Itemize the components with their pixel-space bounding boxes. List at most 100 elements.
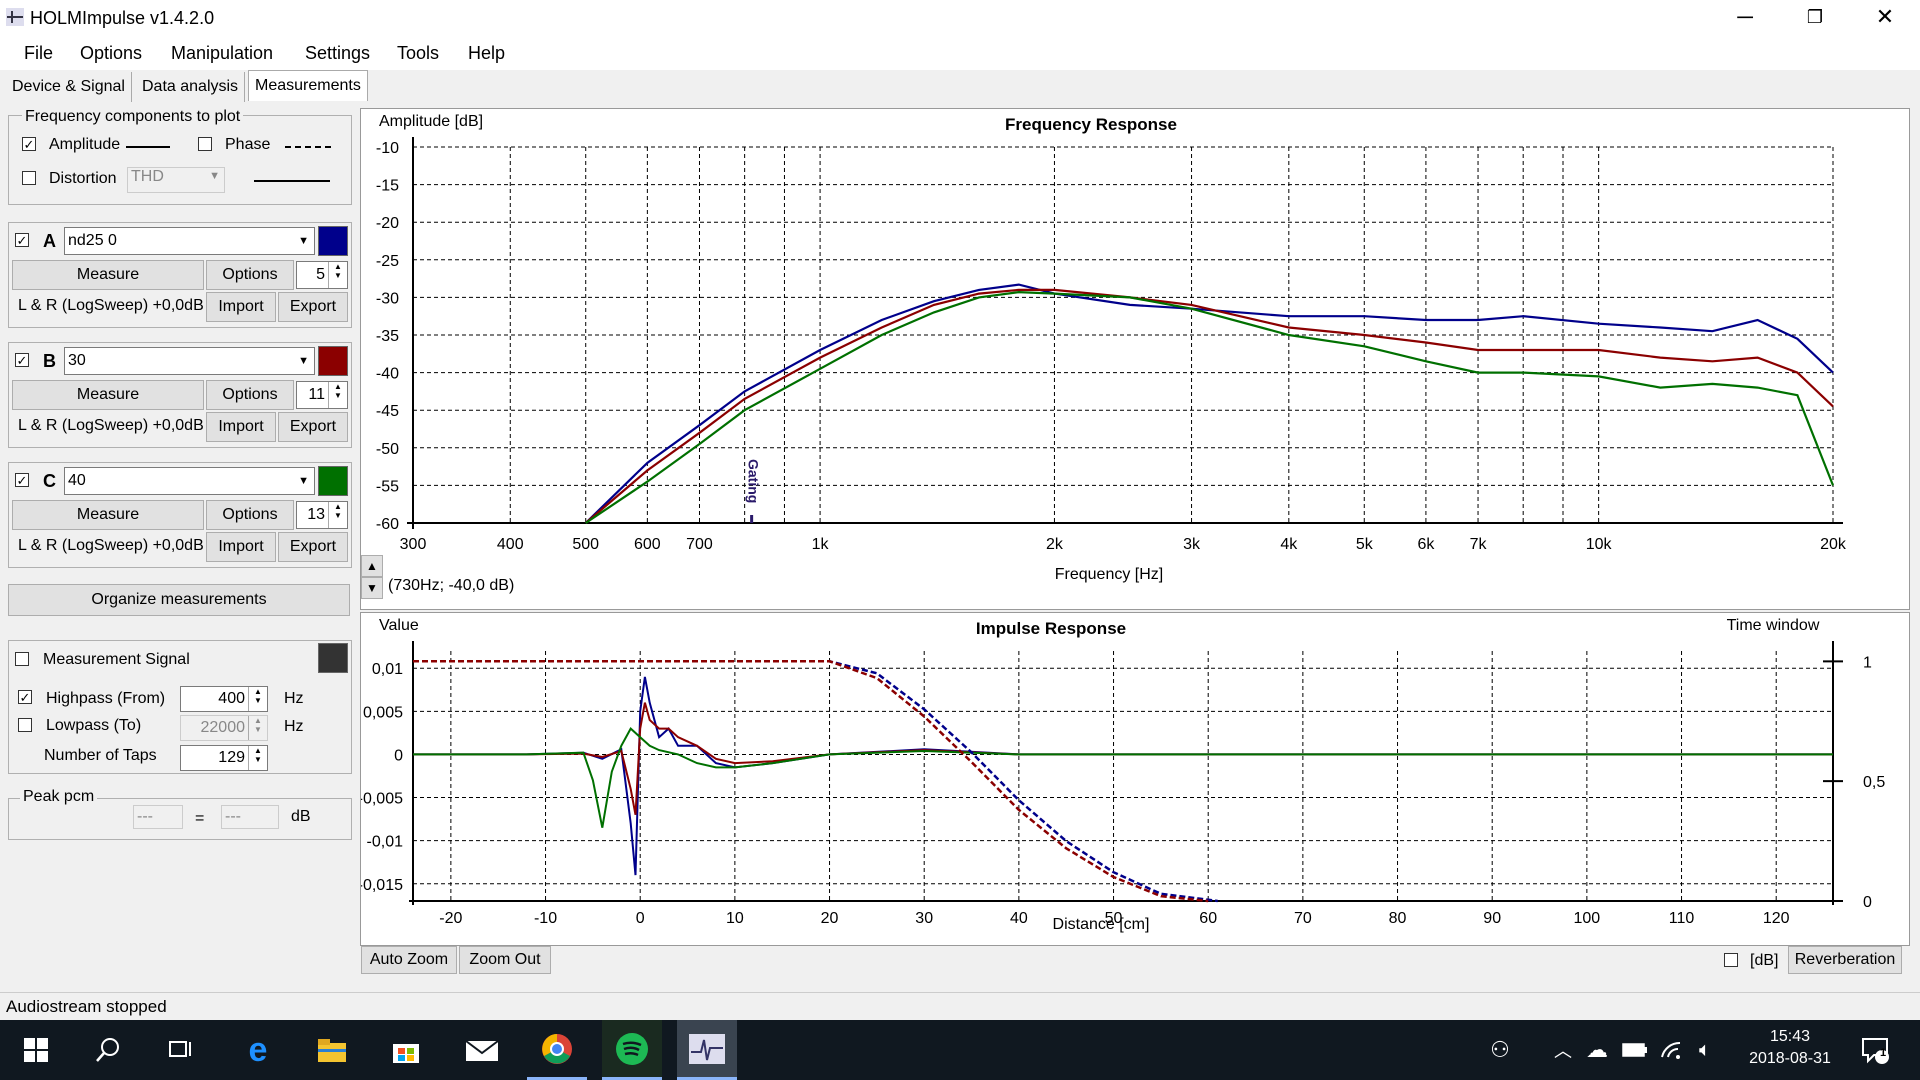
measurement-b-spinner[interactable]: 11 ▲ ▼ bbox=[296, 381, 348, 409]
y-tick-label: -10 bbox=[376, 140, 399, 157]
spinner-arrows-icon[interactable]: ▲ ▼ bbox=[248, 716, 267, 740]
measurement-c-options-button[interactable]: Options bbox=[206, 500, 294, 530]
store-icon[interactable] bbox=[376, 1020, 436, 1080]
measurement-signal-checkbox[interactable] bbox=[15, 652, 29, 666]
peak-equals: = bbox=[195, 810, 205, 827]
zoom-out-button[interactable]: Zoom Out bbox=[459, 946, 551, 974]
scroll-up-icon[interactable]: ▲ bbox=[361, 555, 383, 577]
x-tick-label: 500 bbox=[572, 536, 599, 553]
y-tick-label: 0,01 bbox=[372, 661, 403, 678]
measurement-b-checkbox[interactable]: ✓ bbox=[15, 353, 29, 367]
notifications-icon[interactable]: 1 bbox=[1850, 1020, 1900, 1080]
measurement-a-color-swatch[interactable] bbox=[318, 226, 348, 256]
measurement-a-import-button[interactable]: Import bbox=[206, 292, 276, 322]
menu-tools[interactable]: Tools bbox=[397, 43, 439, 64]
measurement-b-import-button[interactable]: Import bbox=[206, 412, 276, 442]
task-view-icon[interactable] bbox=[150, 1020, 210, 1080]
gating-marker: Gating bbox=[746, 459, 762, 503]
lowpass-input[interactable]: 22000 ▲ ▼ bbox=[180, 715, 268, 741]
restore-icon[interactable]: ❐ bbox=[1780, 0, 1850, 36]
search-icon[interactable] bbox=[78, 1020, 138, 1080]
signal-color-swatch[interactable] bbox=[318, 643, 348, 673]
x-tick-label: 300 bbox=[400, 536, 427, 553]
measurement-b-options-button[interactable]: Options bbox=[206, 380, 294, 410]
measurement-c-measure-button[interactable]: Measure bbox=[12, 500, 204, 530]
menu-help[interactable]: Help bbox=[468, 43, 505, 64]
tab-data-analysis[interactable]: Data analysis bbox=[136, 72, 246, 102]
impulse-response-chart[interactable]: -20 -10 0 10 20 30 40 50 60 70 80 90 100 110 1200,010,… bbox=[358, 613, 1909, 945]
distortion-select[interactable]: THD ▼ bbox=[127, 167, 225, 193]
lowpass-checkbox[interactable] bbox=[18, 718, 32, 732]
measurement-a-options-button[interactable]: Options bbox=[206, 260, 294, 290]
measurement-b-measure-button[interactable]: Measure bbox=[12, 380, 204, 410]
measurement-a-checkbox[interactable]: ✓ bbox=[15, 233, 29, 247]
menu-file[interactable]: File bbox=[24, 43, 53, 64]
measurement-c-import-button[interactable]: Import bbox=[206, 532, 276, 562]
spinner-arrows-icon[interactable]: ▲ ▼ bbox=[248, 746, 267, 770]
x-tick-label: 3k bbox=[1183, 536, 1201, 553]
measurement-a-measure-button[interactable]: Measure bbox=[12, 260, 204, 290]
x-tick-label: 1k bbox=[812, 536, 830, 553]
taps-input[interactable]: 129 ▲ ▼ bbox=[180, 745, 268, 771]
chrome-icon[interactable] bbox=[527, 1020, 587, 1080]
measurement-c-checkbox[interactable]: ✓ bbox=[15, 473, 29, 487]
volume-icon[interactable]: 🔈︎ bbox=[1690, 1020, 1720, 1080]
menu-manipulation[interactable]: Manipulation bbox=[171, 43, 273, 64]
measurement-a-name-value: nd25 0 bbox=[68, 232, 117, 249]
tab-measurements[interactable]: Measurements bbox=[248, 70, 368, 101]
auto-zoom-button[interactable]: Auto Zoom bbox=[361, 946, 457, 974]
menu-settings[interactable]: Settings bbox=[305, 43, 370, 64]
measurement-a-export-button[interactable]: Export bbox=[278, 292, 348, 322]
spinner-arrows-icon[interactable]: ▲ ▼ bbox=[328, 502, 347, 528]
taskbar: e ⚇ ︿ ☁ 🔈︎ 15:43 2018-08-31 1 bbox=[0, 1020, 1920, 1080]
edge-browser-icon[interactable]: e bbox=[228, 1020, 288, 1080]
organize-measurements-button[interactable]: Organize measurements bbox=[8, 584, 350, 616]
measurement-a-name-select[interactable]: nd25 0 ▼ bbox=[64, 227, 315, 255]
peak-right-field: --- bbox=[221, 805, 279, 829]
scroll-down-icon[interactable]: ▼ bbox=[361, 577, 383, 599]
minimize-icon[interactable]: ─ bbox=[1710, 0, 1780, 36]
spinner-arrows-icon[interactable]: ▲ ▼ bbox=[248, 687, 267, 711]
measurement-c-name-select[interactable]: 40 ▼ bbox=[64, 467, 315, 495]
menu-options[interactable]: Options bbox=[80, 43, 142, 64]
highpass-input[interactable]: 400 ▲ ▼ bbox=[180, 686, 268, 712]
people-icon[interactable]: ⚇ bbox=[1480, 1020, 1520, 1080]
db-checkbox[interactable] bbox=[1724, 953, 1738, 967]
amplitude-checkbox[interactable]: ✓ bbox=[22, 137, 36, 151]
measurement-c-spinner[interactable]: 13 ▲ ▼ bbox=[296, 501, 348, 529]
measurement-b-name-select[interactable]: 30 ▼ bbox=[64, 347, 315, 375]
spotify-icon[interactable] bbox=[602, 1020, 662, 1080]
holmimpulse-taskbar-icon[interactable] bbox=[677, 1020, 737, 1080]
clock-time: 15:43 bbox=[1769, 1028, 1811, 1045]
wifi-icon[interactable] bbox=[1656, 1020, 1686, 1080]
chevron-up-icon[interactable]: ︿ bbox=[1548, 1020, 1578, 1080]
highpass-checkbox[interactable]: ✓ bbox=[18, 690, 32, 704]
reverberation-button[interactable]: Reverberation bbox=[1788, 946, 1902, 974]
chevron-down-icon: ▼ bbox=[298, 235, 309, 247]
chevron-down-icon: ▼ bbox=[209, 170, 220, 182]
frequency-response-chart[interactable]: -10 -15 -20 -25 -30 -35 -40 -45 -50 -55 -60300 400 5… bbox=[361, 109, 1909, 609]
series-line-a bbox=[413, 676, 1833, 876]
file-explorer-icon[interactable] bbox=[302, 1020, 362, 1080]
spinner-arrows-icon[interactable]: ▲ ▼ bbox=[328, 262, 347, 288]
battery-icon[interactable] bbox=[1620, 1020, 1650, 1080]
x-axis-label: Frequency [Hz] bbox=[1055, 566, 1163, 583]
spinner-arrows-icon[interactable]: ▲ ▼ bbox=[328, 382, 347, 408]
measurement-c-color-swatch[interactable] bbox=[318, 466, 348, 496]
amplitude-label: Amplitude bbox=[49, 136, 121, 153]
mail-icon[interactable] bbox=[452, 1020, 512, 1080]
tab-device-signal[interactable]: Device & Signal bbox=[6, 72, 132, 102]
measurement-a-spinner[interactable]: 5 ▲ ▼ bbox=[296, 261, 348, 289]
windows-start-icon[interactable] bbox=[6, 1020, 66, 1080]
measurement-a-description: L & R (LogSweep) +0,0dB bbox=[18, 297, 204, 314]
distortion-checkbox[interactable] bbox=[22, 171, 36, 185]
measurement-b-export-button[interactable]: Export bbox=[278, 412, 348, 442]
measurement-b-color-swatch[interactable] bbox=[318, 346, 348, 376]
clock[interactable]: 15:43 2018-08-31 bbox=[1740, 1028, 1840, 1068]
measurement-c-export-button[interactable]: Export bbox=[278, 532, 348, 562]
close-icon[interactable]: ✕ bbox=[1850, 0, 1920, 36]
measurement-c-spinner-value: 13 bbox=[307, 506, 325, 523]
phase-checkbox[interactable] bbox=[198, 137, 212, 151]
onedrive-icon[interactable]: ☁ bbox=[1580, 1020, 1614, 1080]
notifications-count: 1 bbox=[1880, 1047, 1887, 1059]
